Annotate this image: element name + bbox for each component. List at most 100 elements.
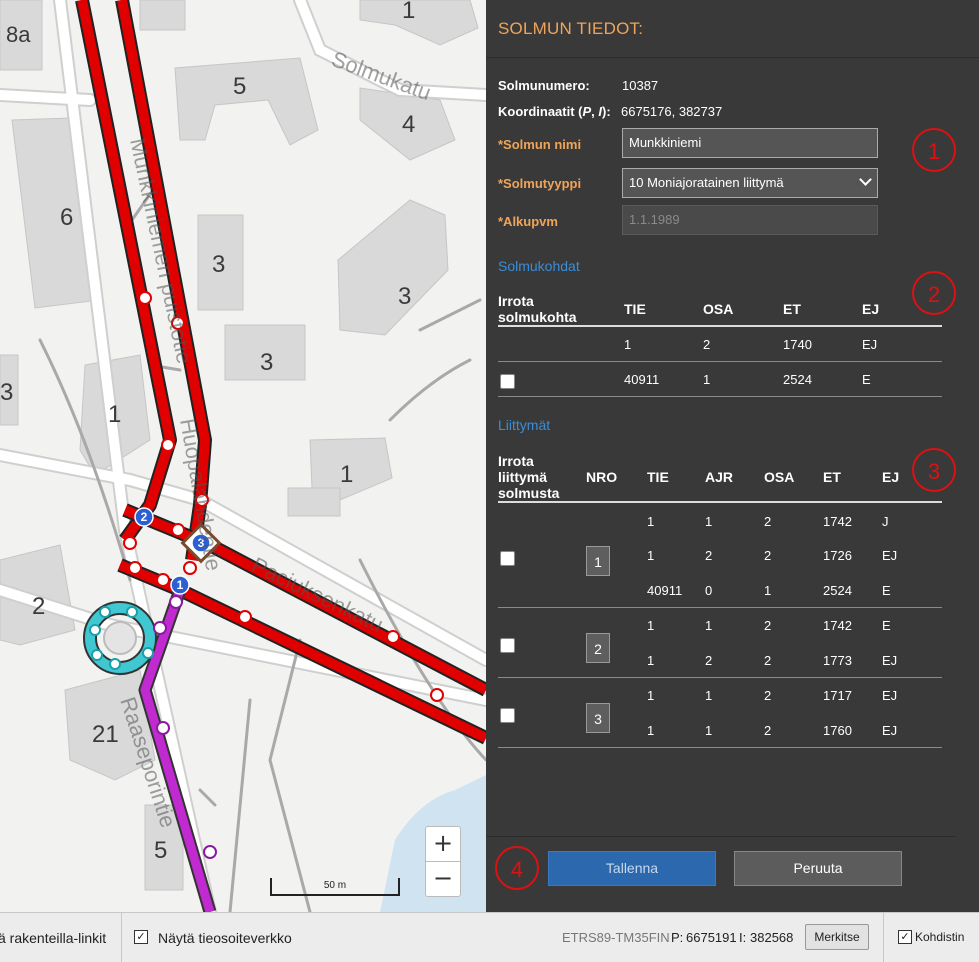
cell-osa: 2 — [703, 337, 711, 352]
cell-osa: 2 — [764, 548, 772, 563]
irrota-liittyma-checkbox[interactable] — [500, 551, 515, 566]
row-divider — [498, 607, 942, 608]
liittymat-header-et: ET — [823, 469, 841, 485]
cell-ej: E — [882, 583, 891, 598]
cell-ej: EJ — [882, 548, 898, 563]
cancel-button[interactable]: Peruuta — [734, 851, 902, 886]
cell-ej: J — [882, 514, 889, 529]
cell-et: 1742 — [823, 618, 852, 633]
annotation-circle-3: 3 — [912, 448, 956, 492]
liittyma-marker-label[interactable]: 2 — [141, 510, 148, 524]
cell-ajr: 1 — [705, 514, 713, 529]
liittymat-header-irrota: Irrota liittymä solmusta — [498, 453, 560, 501]
cell-tie: 1 — [647, 653, 655, 668]
cell-osa: 2 — [764, 653, 772, 668]
irrota-liittyma-checkbox[interactable] — [500, 638, 515, 653]
map-label: 3 — [398, 283, 411, 310]
liittymat-header-ajr: AJR — [705, 469, 734, 485]
nayta-tieosoiteverkko-label: Näytä tieosoiteverkko — [158, 930, 292, 946]
solmunumero-label: Solmunumero: — [498, 78, 590, 93]
cell-ej: E — [862, 372, 871, 387]
map-label: 3 — [212, 251, 225, 278]
solmun-nimi-input[interactable]: Munkkiniemi — [622, 128, 878, 158]
solmukohdat-header-irrota: Irrota solmukohta — [498, 293, 577, 325]
row-divider — [498, 361, 942, 362]
merkitse-button[interactable]: Merkitse — [805, 924, 869, 950]
map-label: 5 — [154, 837, 167, 864]
map-label: 1 — [108, 401, 121, 428]
table-header-rule — [498, 325, 942, 327]
solmukohdat-header-ej: EJ — [862, 301, 880, 317]
irrota-liittyma-checkbox[interactable] — [500, 708, 515, 723]
cell-osa: 2 — [764, 688, 772, 703]
liittymat-title: Liittymät — [498, 417, 551, 433]
cell-et: 1717 — [823, 688, 852, 703]
alkupvm-label: *Alkupvm — [498, 214, 558, 229]
map-canvas[interactable]: 231 8a15463333112215 SolmukatuMunkkiniem… — [0, 0, 486, 912]
solmukohdat-title: Solmukohdat — [498, 258, 580, 274]
i-label: I: — [739, 930, 747, 945]
cell-et: 1760 — [823, 723, 852, 738]
cell-ajr: 2 — [705, 548, 713, 563]
annotation-circle-1: 1 — [912, 128, 956, 172]
map-label: 4 — [402, 111, 415, 138]
cell-osa: 2 — [764, 723, 772, 738]
zoom-in-button[interactable]: + — [425, 826, 461, 862]
liittymat-header-osa: OSA — [764, 469, 795, 485]
zoom-out-button[interactable]: − — [425, 861, 461, 897]
node-info-panel: SOLMUN TIEDOT: Solmunumero: 10387 Koordi… — [486, 0, 979, 912]
solmukohdat-header-tie: TIE — [624, 301, 646, 317]
chevron-down-icon — [859, 173, 872, 186]
liittyma-nro-badge: 3 — [586, 703, 610, 733]
cell-tie: 1 — [647, 548, 655, 563]
map-view[interactable]: 231 8a 1 5 4 6 3 3 3 3 1 1 2 21 5 Solmukatu Munkkiniem… — [0, 0, 486, 912]
map-label: 21 — [92, 721, 119, 748]
cell-tie: 1 — [647, 514, 655, 529]
map-label: 6 — [60, 204, 73, 231]
solmutyyppi-select[interactable]: 10 Moniajoratainen liittymä — [622, 168, 878, 198]
map-label: 3 — [0, 379, 13, 406]
map-label: 1 — [402, 0, 415, 24]
divider — [121, 913, 122, 962]
liittyma-marker-label[interactable]: 1 — [177, 578, 184, 592]
cell-ajr: 1 — [705, 723, 713, 738]
rakenteilla-linkit-label[interactable]: ä rakenteilla-linkit — [0, 930, 106, 946]
solmun-nimi-label: *Solmun nimi — [498, 137, 582, 152]
kohdistin-label: Kohdistin — [915, 930, 965, 944]
bottom-bar: ä rakenteilla-linkit ✓ Näytä tieosoiteve… — [0, 912, 979, 962]
liittymat-header-ej: EJ — [882, 469, 900, 485]
map-label: 3 — [260, 349, 273, 376]
cell-osa: 2 — [764, 514, 772, 529]
map-label: 5 — [233, 73, 246, 100]
koordinaatit-value: 6675176, 382737 — [621, 104, 723, 119]
cell-et: 2524 — [783, 372, 812, 387]
liittyma-nro-badge: 2 — [586, 633, 610, 663]
p-label: P: — [671, 930, 684, 945]
koordinaatit-label: Koordinaatit (P, I): — [498, 104, 611, 119]
cell-ej: EJ — [882, 723, 898, 738]
cell-et: 1740 — [783, 337, 812, 352]
cell-et: 1742 — [823, 514, 852, 529]
cell-et: 2524 — [823, 583, 852, 598]
row-divider — [498, 396, 942, 397]
cell-tie: 1 — [647, 618, 655, 633]
cell-osa: 1 — [764, 583, 772, 598]
divider — [883, 913, 884, 962]
save-button[interactable]: Tallenna — [548, 851, 716, 886]
liittymat-header-tie: TIE — [647, 469, 669, 485]
annotation-circle-2: 2 — [912, 271, 956, 315]
cell-ej: E — [882, 618, 891, 633]
cell-tie: 1 — [647, 688, 655, 703]
divider — [486, 836, 956, 837]
nayta-tieosoiteverkko-checkbox[interactable]: ✓ — [134, 930, 148, 944]
cell-ajr: 2 — [705, 653, 713, 668]
p-value: 6675191 — [686, 930, 737, 945]
cell-et: 1726 — [823, 548, 852, 563]
cell-et: 1773 — [823, 653, 852, 668]
irrota-solmukohta-checkbox[interactable] — [500, 374, 515, 389]
scale-label: 50 m — [323, 880, 347, 891]
cell-tie: 1 — [647, 723, 655, 738]
kohdistin-checkbox[interactable]: ✓ — [898, 930, 912, 944]
row-divider — [498, 677, 942, 678]
crs-label: ETRS89-TM35FIN — [562, 930, 670, 945]
